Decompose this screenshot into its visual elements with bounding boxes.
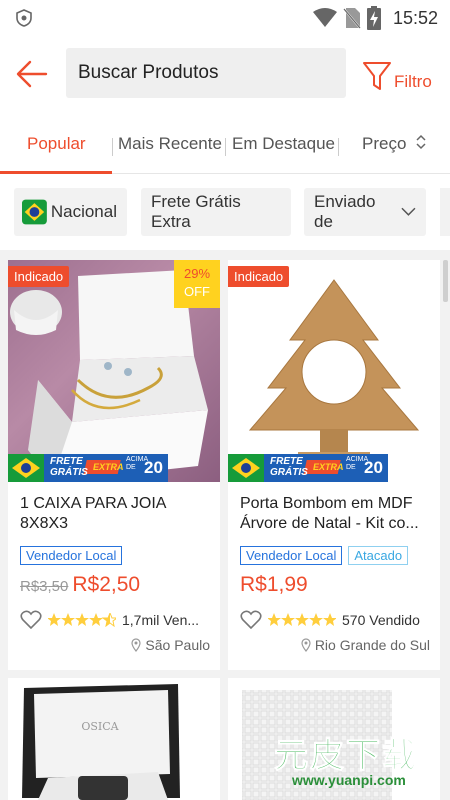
frete-valor: 20	[364, 458, 383, 477]
price-row: R$3,50 R$2,50	[8, 565, 220, 601]
product-image: OSICA	[8, 678, 220, 800]
location-label: Rio Grande do Sul	[314, 637, 430, 653]
frete-valor: 20	[144, 458, 163, 477]
watermark-url: www.yuanpi.com	[292, 772, 406, 788]
price: R$2,50	[72, 573, 141, 596]
heart-icon[interactable]	[240, 610, 262, 630]
rating-row: 1,7mil Ven...	[8, 601, 220, 631]
watermark-brand: 元皮下载	[274, 737, 418, 776]
tab-divider	[225, 138, 226, 156]
product-title: 1 CAIXA PARA JOIA 8X8X3	[20, 495, 166, 532]
mdf-tree-image	[248, 279, 420, 460]
frete-gratis-banner: FRETE GRÁTIS EXTRA ACIMA DE 20	[8, 454, 168, 482]
frete-extra: EXTRA	[93, 462, 124, 472]
chip-frete-gratis-extra[interactable]: Frete Grátis Extra	[141, 188, 291, 236]
sort-arrows-icon	[416, 134, 426, 150]
product-card[interactable]: Indicado 29% OFF FRETE GRÁTIS EXTRA ACIM…	[8, 260, 220, 670]
filter-chips: Nacional Frete Grátis Extra Enviado de	[0, 174, 450, 250]
frete-text-line2: GRÁTIS	[270, 467, 308, 478]
old-price: R$3,50	[20, 578, 69, 595]
product-title: Porta Bombom em MDF Árvore de Natal - Ki…	[240, 495, 419, 532]
battery-charging-icon	[366, 6, 381, 30]
discount-label: OFF	[184, 284, 210, 299]
sort-tabs: Popular Mais Recente Em Destaque Preço	[0, 116, 450, 174]
chip-nacional[interactable]: Nacional	[14, 188, 127, 236]
tag-vendedor-local: Vendedor Local	[240, 546, 343, 565]
tag-atacado: Atacado	[348, 546, 409, 565]
tab-preco-label: Preço	[362, 134, 407, 153]
chip-overflow	[440, 188, 450, 236]
frete-text: FRETE GRÁTIS	[270, 456, 308, 478]
svg-text:OSICA: OSICA	[81, 720, 119, 733]
search-input[interactable]: Buscar Produtos	[66, 48, 346, 98]
frete-gratis-banner: FRETE GRÁTIS EXTRA ACIMA DE 20	[228, 454, 388, 482]
chip-label: Enviado de	[314, 192, 376, 231]
location-label: São Paulo	[145, 637, 210, 653]
chevron-down-icon	[401, 207, 416, 216]
location-pin-icon	[301, 638, 311, 652]
status-bar: 15:52	[0, 0, 450, 36]
frete-text: FRETE GRÁTIS	[50, 456, 88, 478]
product-tags: Vendedor Local Atacado	[228, 538, 440, 565]
frete-text-line1: FRETE	[50, 456, 83, 467]
frete-text-line2: GRÁTIS	[50, 467, 88, 478]
no-sim-icon	[343, 8, 361, 29]
tab-mais-recente[interactable]: Mais Recente	[118, 134, 222, 154]
frete-text-line1: FRETE	[270, 456, 303, 467]
shield-icon	[16, 9, 32, 27]
watch-box-image: OSICA	[22, 684, 180, 800]
rating-row: 570 Vendido	[228, 601, 440, 631]
star-rating	[268, 613, 336, 626]
chip-label: Frete Grátis Extra	[151, 192, 241, 231]
sold-count: 1,7mil Ven...	[122, 612, 200, 628]
tab-divider	[112, 138, 113, 156]
star-rating	[48, 613, 116, 627]
price: R$1,99	[240, 573, 308, 596]
wifi-icon	[312, 8, 337, 27]
brazil-flag-icon	[22, 199, 47, 225]
watermark-logo: 元皮下载 www.yuanpi.com	[268, 728, 446, 794]
search-header: Buscar Produtos Filtro	[0, 36, 450, 116]
frete-extra: EXTRA	[313, 462, 344, 472]
chip-enviado-de[interactable]: Enviado de	[304, 188, 426, 236]
tab-divider	[338, 138, 339, 156]
filter-button[interactable]: Filtro	[362, 56, 432, 96]
indicado-badge: Indicado	[8, 266, 70, 287]
product-image: Indicado FRETE GRÁTIS EXTRA ACIMA DE 20	[228, 260, 440, 482]
scrollbar[interactable]	[443, 260, 448, 302]
location-pin-icon	[131, 638, 141, 652]
sold-count: 570 Vendido	[342, 612, 420, 628]
tab-popular[interactable]: Popular	[27, 134, 86, 154]
product-card[interactable]: Indicado FRETE GRÁTIS EXTRA ACIMA DE 20 …	[228, 260, 440, 670]
product-card[interactable]: OSICA	[8, 678, 220, 800]
tab-preco[interactable]: Preço	[362, 134, 427, 154]
location: São Paulo	[8, 631, 220, 653]
tag-vendedor-local: Vendedor Local	[20, 546, 123, 565]
heart-icon[interactable]	[20, 610, 42, 630]
location: Rio Grande do Sul	[228, 631, 440, 653]
discount-percent: 29%	[183, 266, 211, 281]
chip-label: Nacional	[50, 202, 117, 221]
filter-label: Filtro	[394, 72, 432, 91]
filter-icon	[363, 62, 391, 90]
tab-em-destaque[interactable]: Em Destaque	[232, 134, 335, 154]
indicado-badge: Indicado	[228, 266, 290, 287]
back-arrow-icon[interactable]	[14, 56, 50, 92]
clock: 15:52	[392, 7, 438, 28]
product-tags: Vendedor Local	[8, 538, 220, 565]
product-image: Indicado 29% OFF FRETE GRÁTIS EXTRA ACIM…	[8, 260, 220, 482]
price-row: R$1,99	[228, 565, 440, 601]
discount-badge: 29% OFF	[174, 260, 220, 308]
